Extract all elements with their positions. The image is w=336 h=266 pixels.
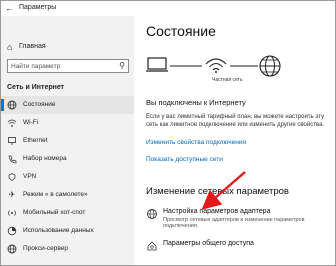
sidebar-item-dialup[interactable]: Набор номера bbox=[1, 150, 134, 168]
back-arrow-icon[interactable]: ← bbox=[5, 3, 14, 13]
phone-icon bbox=[7, 154, 17, 164]
sidebar-item-vpn[interactable]: VPN bbox=[1, 168, 134, 186]
ethernet-icon bbox=[7, 136, 17, 146]
red-arrow-annotation bbox=[201, 171, 246, 210]
sidebar: ⌂ Главная ⚲ Сеть и Интернет Состояние Wi… bbox=[1, 16, 134, 265]
main-content: Состояние Частная сеть Вы подключены к И… bbox=[134, 16, 335, 265]
title-bar: ← Параметры bbox=[1, 1, 335, 16]
active-indicator bbox=[1, 99, 4, 111]
hotspot-icon bbox=[7, 208, 17, 218]
sidebar-item-label: Прокси-сервер bbox=[23, 245, 68, 252]
sidebar-item-label: Ethernet bbox=[23, 137, 48, 144]
sidebar-item-label: Мобильный хот-спот bbox=[23, 209, 86, 216]
sidebar-item-data-usage[interactable]: Использование данных bbox=[1, 222, 134, 240]
nav-home[interactable]: ⌂ Главная bbox=[1, 40, 134, 54]
vpn-icon bbox=[7, 172, 17, 182]
search-box[interactable]: ⚲ bbox=[7, 59, 129, 73]
globe-icon bbox=[7, 100, 17, 110]
sidebar-item-label: Набор номера bbox=[23, 155, 67, 162]
sidebar-item-label: Режим « в самолете» bbox=[23, 191, 88, 198]
search-input[interactable] bbox=[11, 61, 111, 71]
window-title: Параметры bbox=[19, 4, 57, 11]
sidebar-item-label: Состояние bbox=[23, 101, 56, 108]
section-label: Сеть и Интернет bbox=[7, 84, 65, 91]
nav-home-label: Главная bbox=[19, 43, 46, 50]
sidebar-item-proxy[interactable]: Прокси-сервер bbox=[1, 240, 134, 258]
sidebar-item-label: Wi-Fi bbox=[23, 119, 39, 126]
sidebar-item-hotspot[interactable]: Мобильный хот-спот bbox=[1, 204, 134, 222]
sidebar-item-wifi[interactable]: Wi-Fi bbox=[1, 114, 134, 132]
sidebar-item-label: VPN bbox=[23, 173, 37, 180]
search-icon: ⚲ bbox=[119, 61, 125, 70]
sidebar-item-label: Использование данных bbox=[23, 227, 94, 234]
settings-window: ← Параметры ⌂ Главная ⚲ Сеть и Интернет … bbox=[0, 0, 336, 266]
wifi-icon bbox=[7, 118, 17, 128]
airplane-icon: ✈ bbox=[8, 190, 16, 199]
home-icon: ⌂ bbox=[7, 42, 13, 52]
sidebar-item-status[interactable]: Состояние bbox=[1, 96, 134, 114]
sidebar-item-ethernet[interactable]: Ethernet bbox=[1, 132, 134, 150]
globe-icon bbox=[7, 244, 17, 254]
data-usage-icon bbox=[7, 226, 17, 236]
sidebar-item-airplane[interactable]: ✈ Режим « в самолете» bbox=[1, 186, 134, 204]
